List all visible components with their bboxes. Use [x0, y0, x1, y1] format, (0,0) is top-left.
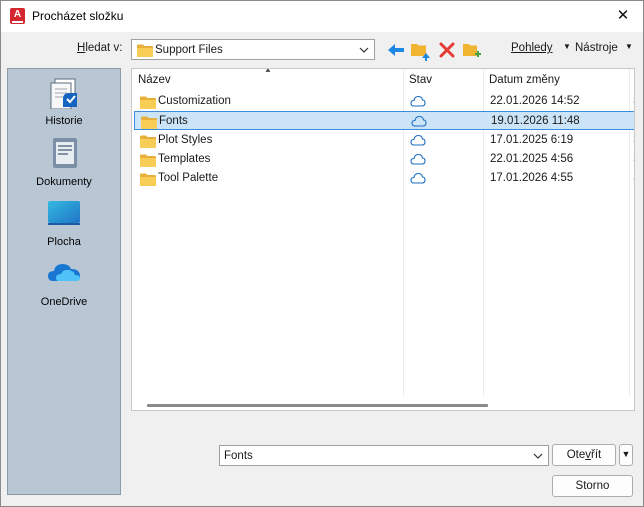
horizontal-scrollbar[interactable] — [147, 404, 488, 407]
place-label: Dokumenty — [36, 176, 92, 188]
truncated-type-cell: S — [633, 95, 634, 107]
history-icon — [50, 78, 77, 109]
place-label: Plocha — [47, 236, 81, 248]
tools-menu-button[interactable]: Nástroje — [575, 42, 618, 64]
file-name: Customization — [158, 95, 231, 107]
cloud-status-icon — [411, 116, 427, 127]
file-date: 17.01.2025 6:19 — [490, 133, 574, 146]
folder-name-combo[interactable]: Fonts — [219, 445, 549, 466]
folder-name-value[interactable]: Fonts — [224, 450, 253, 462]
place-onedrive[interactable]: OneDrive — [8, 255, 120, 315]
file-date: 22.01.2026 14:52 — [490, 95, 580, 107]
folder-icon — [140, 154, 156, 167]
look-in-combo[interactable]: Support Files — [131, 39, 375, 60]
browse-folder-dialog: A Procházet složku ✕ Hledat v: Support F… — [0, 0, 644, 507]
column-header-date[interactable]: Datum změny — [489, 69, 560, 91]
window-title: Procházet složku — [32, 9, 124, 23]
file-name: Templates — [158, 152, 211, 165]
cloud-status-icon — [410, 173, 426, 184]
file-name: Tool Palette — [158, 172, 219, 185]
column-header-name[interactable]: Název — [138, 69, 171, 91]
open-label-rest: řít — [591, 449, 602, 461]
tools-dropdown-icon[interactable]: ▼ — [625, 42, 633, 64]
folder-icon — [140, 173, 156, 187]
folder-icon — [140, 135, 156, 148]
list-item[interactable]: Plot Styles 17.01.2025 6:19 S — [134, 131, 634, 150]
cloud-status-icon — [410, 153, 426, 165]
desktop-icon — [48, 201, 80, 225]
file-date: 19.01.2026 11:48 — [491, 115, 580, 128]
place-desktop[interactable]: Plocha — [8, 195, 120, 255]
list-item[interactable]: Templates 22.01.2025 4:56 S — [134, 150, 634, 169]
truncated-type-cell: S — [634, 115, 635, 127]
sort-ascending-icon: ▲ — [264, 68, 272, 74]
list-item[interactable]: Tool Palette 17.01.2026 4:55 S — [134, 169, 634, 188]
look-in-value: Support Files — [155, 44, 223, 56]
autocad-app-icon: A — [10, 8, 25, 24]
look-in-label: Hledat v: — [77, 42, 122, 54]
place-label: OneDrive — [40, 296, 88, 308]
open-label-prefix: Ote — [566, 449, 586, 461]
folder-icon — [137, 44, 153, 57]
column-header-status[interactable]: Stav — [409, 69, 432, 91]
file-date: 17.01.2026 4:55 — [490, 172, 574, 185]
file-name: Plot Styles — [158, 133, 213, 146]
truncated-type-cell: S — [633, 172, 634, 184]
look-in-label-text: ledat v: — [85, 42, 123, 54]
place-documents[interactable]: Dokumenty — [8, 135, 120, 195]
open-dropdown-button[interactable]: ▼ — [619, 444, 633, 466]
new-folder-icon[interactable] — [462, 39, 482, 61]
file-name: Fonts — [159, 115, 188, 128]
folder-icon — [140, 96, 156, 109]
truncated-type-cell: S — [633, 153, 634, 165]
cloud-status-icon — [410, 134, 426, 146]
file-list[interactable]: ▲ Název Stav Datum změny Customization 22… — [131, 68, 635, 411]
cloud-status-icon — [410, 95, 426, 107]
title-bar: A Procházet složku ✕ — [1, 1, 643, 32]
views-dropdown-icon[interactable]: ▼ — [563, 42, 571, 64]
open-button[interactable]: Otevřít — [552, 444, 616, 466]
onedrive-icon — [48, 264, 80, 281]
file-date: 22.01.2025 4:56 — [490, 152, 574, 165]
list-item[interactable]: Customization 22.01.2026 14:52 S — [134, 92, 634, 111]
truncated-type-cell: S — [633, 134, 634, 146]
views-menu-button[interactable]: Pohledy — [511, 42, 553, 64]
list-item[interactable]: Fonts 19.01.2026 11:48 S — [134, 111, 635, 131]
folder-icon — [141, 116, 157, 130]
place-history[interactable]: Historie — [8, 75, 120, 135]
cancel-button[interactable]: Storno — [552, 475, 633, 497]
delete-icon[interactable] — [437, 39, 457, 61]
place-label: Historie — [45, 115, 83, 127]
up-folder-icon[interactable] — [410, 39, 430, 61]
chevron-down-icon[interactable] — [358, 44, 370, 56]
chevron-down-icon[interactable] — [532, 450, 544, 462]
back-arrow-icon[interactable] — [386, 39, 406, 61]
documents-icon — [53, 138, 77, 168]
close-button[interactable]: ✕ — [607, 4, 639, 28]
places-sidebar: Historie Dokumenty Plocha OneDrive — [7, 68, 121, 495]
